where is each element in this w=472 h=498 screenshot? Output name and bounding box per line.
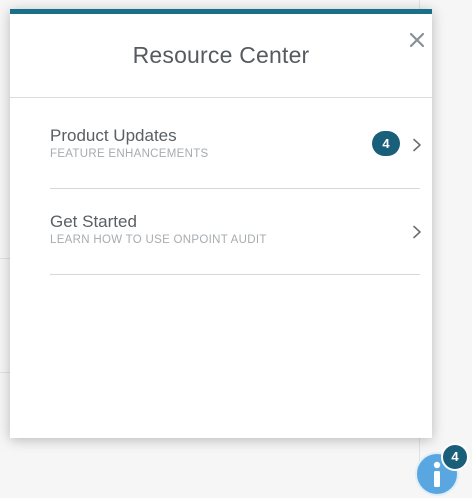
item-subtitle: LEARN HOW TO USE ONPOINT AUDIT (50, 234, 267, 246)
background-divider (0, 258, 10, 259)
item-subtitle: FEATURE ENHANCEMENTS (50, 148, 209, 160)
chevron-right-icon (413, 138, 421, 152)
item-title: Get Started (50, 212, 137, 231)
item-title: Product Updates (50, 126, 177, 145)
panel-title: Resource Center (132, 42, 310, 68)
resource-item-product-updates[interactable]: Product Updates FEATURE ENHANCEMENTS 4 (50, 103, 421, 189)
launcher-badge: 4 (441, 443, 469, 471)
resource-item-get-started[interactable]: Get Started LEARN HOW TO USE ONPOINT AUD… (50, 189, 421, 275)
panel-header: Resource Center (10, 14, 432, 98)
background-divider (0, 372, 10, 373)
close-button[interactable] (402, 25, 432, 55)
chevron-right-icon (413, 225, 421, 239)
resource-center-panel: Resource Center Product Updates FEATURE … (10, 9, 432, 438)
notification-badge: 4 (372, 131, 400, 156)
close-icon (409, 32, 425, 48)
